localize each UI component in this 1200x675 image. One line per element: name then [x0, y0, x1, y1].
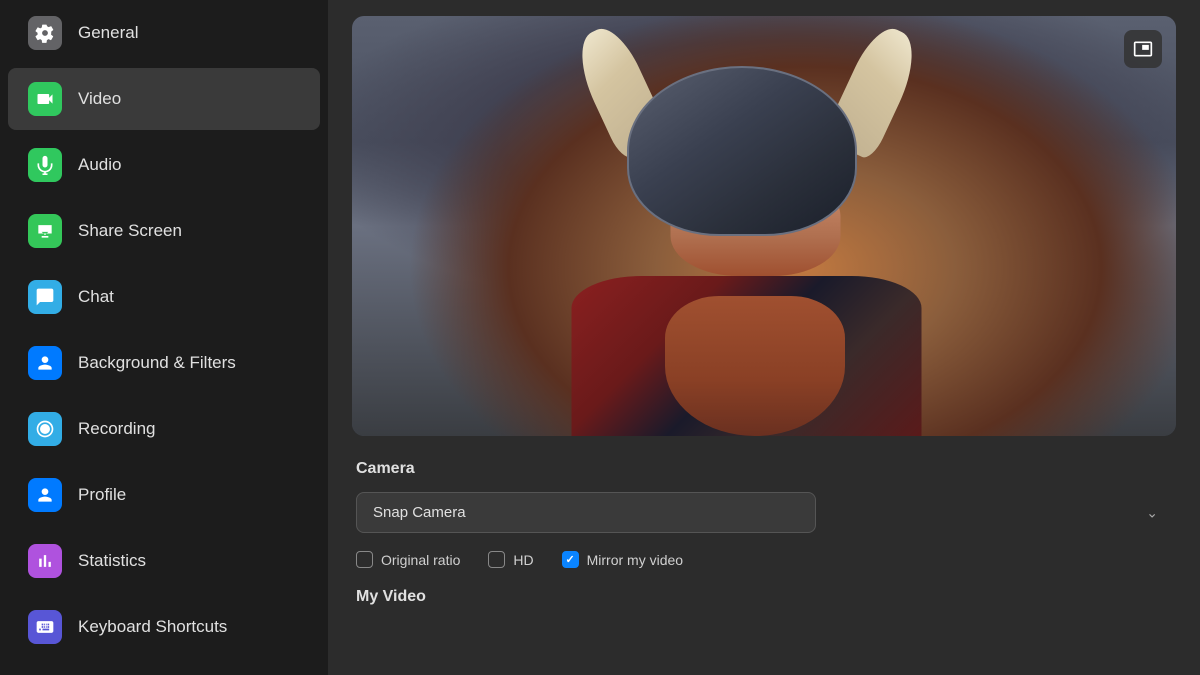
camera-section-label: Camera: [356, 460, 1172, 478]
video-icon: [28, 82, 62, 116]
sidebar-item-video[interactable]: Video: [8, 68, 320, 130]
sidebar-item-background-filters[interactable]: Background & Filters: [8, 332, 320, 394]
mirror-video-box: [562, 551, 579, 568]
my-video-label: My Video: [356, 588, 1172, 606]
helmet: [577, 36, 917, 256]
profile-label: Profile: [78, 485, 126, 505]
mirror-video-checkbox[interactable]: Mirror my video: [562, 551, 683, 568]
recording-label: Recording: [78, 419, 156, 439]
sidebar-item-profile[interactable]: Profile: [8, 464, 320, 526]
general-label: General: [78, 23, 138, 43]
keyboard-shortcuts-icon: [28, 610, 62, 644]
chat-icon: [28, 280, 62, 314]
background-filters-label: Background & Filters: [78, 353, 236, 373]
recording-icon: [28, 412, 62, 446]
camera-select-wrapper: Snap Camera FaceTime HD Camera Virtual C…: [356, 492, 1172, 533]
video-preview: [352, 16, 1176, 436]
keyboard-shortcuts-label: Keyboard Shortcuts: [78, 617, 227, 637]
sidebar-item-keyboard-shortcuts[interactable]: Keyboard Shortcuts: [8, 596, 320, 658]
sidebar-item-audio[interactable]: Audio: [8, 134, 320, 196]
camera-select[interactable]: Snap Camera FaceTime HD Camera Virtual C…: [356, 492, 816, 533]
hd-label: HD: [513, 552, 533, 568]
sidebar-item-chat[interactable]: Chat: [8, 266, 320, 328]
helmet-main: [627, 66, 857, 236]
main-content: Camera Snap Camera FaceTime HD Camera Vi…: [328, 0, 1200, 675]
chat-label: Chat: [78, 287, 114, 307]
original-ratio-checkbox[interactable]: Original ratio: [356, 551, 460, 568]
audio-icon: [28, 148, 62, 182]
original-ratio-box: [356, 551, 373, 568]
profile-icon: [28, 478, 62, 512]
sidebar-item-general[interactable]: General: [8, 2, 320, 64]
beard: [665, 296, 845, 436]
pip-button[interactable]: [1124, 30, 1162, 68]
video-preview-container: [352, 16, 1176, 436]
video-label: Video: [78, 89, 121, 109]
settings-panel: Camera Snap Camera FaceTime HD Camera Vi…: [328, 436, 1200, 630]
sidebar-item-statistics[interactable]: Statistics: [8, 530, 320, 592]
hd-box: [488, 551, 505, 568]
share-screen-label: Share Screen: [78, 221, 182, 241]
sidebar-item-share-screen[interactable]: Share Screen: [8, 200, 320, 262]
original-ratio-label: Original ratio: [381, 552, 460, 568]
hd-checkbox[interactable]: HD: [488, 551, 533, 568]
pip-icon: [1133, 39, 1153, 59]
sidebar: General Video Audio Share Screen: [0, 0, 328, 675]
statistics-label: Statistics: [78, 551, 146, 571]
background-filters-icon: [28, 346, 62, 380]
checkboxes-row: Original ratio HD Mirror my video: [356, 551, 1172, 568]
chevron-down-icon: ⌄: [1146, 504, 1158, 521]
audio-label: Audio: [78, 155, 121, 175]
general-icon: [28, 16, 62, 50]
statistics-icon: [28, 544, 62, 578]
share-screen-icon: [28, 214, 62, 248]
mirror-video-label: Mirror my video: [587, 552, 683, 568]
sidebar-item-recording[interactable]: Recording: [8, 398, 320, 460]
